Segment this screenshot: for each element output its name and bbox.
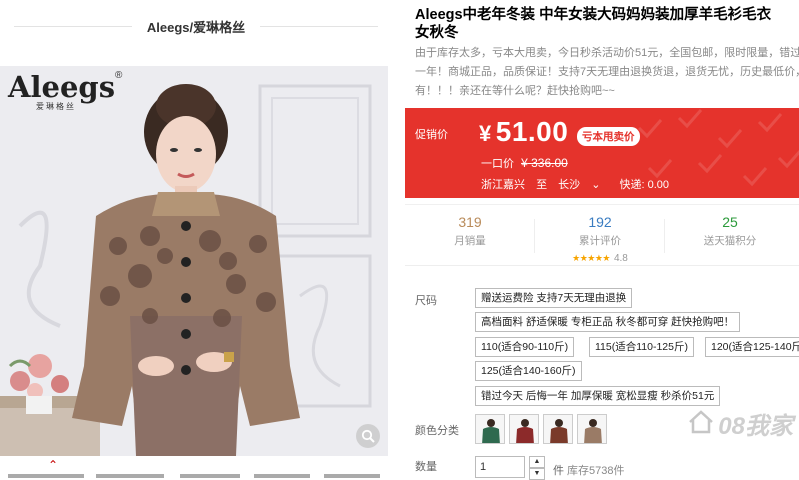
price-badge: 亏本甩卖价 bbox=[577, 127, 640, 146]
product-main-image[interactable]: Aleegs® 爱琳格丝 bbox=[0, 66, 388, 456]
shipping-info: 浙江嘉兴 至 长沙 ⌄ 快递: 0.00 bbox=[481, 179, 669, 191]
promo-price-label: 促销价 bbox=[415, 129, 448, 141]
thumbnail[interactable] bbox=[254, 474, 310, 478]
size-option[interactable]: 错过今天 后悔一年 加厚保暖 宽松显瘦 秒杀价51元 bbox=[475, 386, 721, 406]
shop-header: Aleegs/爱琳格丝 bbox=[0, 0, 392, 52]
product-info: Aleegs中老年冬装 中年女装大码妈妈装加厚羊毛衫毛衣 女秋冬 由于库存太多，… bbox=[405, 0, 799, 480]
promo-price: ¥51.00 bbox=[479, 116, 569, 147]
stock-count: 库存5738件 bbox=[567, 465, 625, 477]
size-label: 尺码 bbox=[415, 295, 437, 307]
rating-stars-icon: ★★★★★ bbox=[572, 253, 610, 263]
original-price: 一口价 ¥ 336.00 bbox=[481, 156, 568, 170]
divider bbox=[14, 26, 132, 27]
watermark: 08我家 bbox=[688, 406, 793, 441]
color-swatch-brown-red[interactable] bbox=[543, 414, 573, 444]
magnifier-icon bbox=[361, 429, 375, 443]
quantity-unit: 件 bbox=[553, 465, 564, 477]
product-description: 由于库存太多，亏本大甩卖，今日秒杀活动价51元，全国包邮，限时限量，错过今天 一… bbox=[415, 47, 799, 97]
size-option[interactable]: 120(适合125-140斤 bbox=[705, 337, 799, 357]
stat-monthly-sales: 319 月销量 bbox=[405, 205, 535, 267]
size-option[interactable]: 125(适合140-160斤) bbox=[475, 361, 582, 381]
zoom-button[interactable] bbox=[356, 424, 380, 448]
quantity-label: 数量 bbox=[415, 461, 437, 473]
color-swatch-red[interactable] bbox=[509, 414, 539, 444]
size-option[interactable]: 110(适合90-110斤) bbox=[475, 337, 575, 357]
divider bbox=[260, 26, 378, 27]
color-swatch-green[interactable] bbox=[475, 414, 505, 444]
color-swatch-tan[interactable] bbox=[577, 414, 607, 444]
thumbnail[interactable] bbox=[180, 474, 240, 478]
thumbnail-strip: ⌃ bbox=[0, 456, 392, 478]
product-gallery: Aleegs/爱琳格丝 Aleegs® 爱琳格丝 ⌃ bbox=[0, 0, 392, 478]
color-label: 颜色分类 bbox=[415, 425, 459, 437]
quantity-increase-button[interactable]: ▲ bbox=[529, 456, 545, 468]
brand-logo: Aleegs® 爱琳格丝 bbox=[8, 70, 123, 111]
stat-points: 25 送天猫积分 bbox=[703, 214, 757, 247]
house-icon bbox=[689, 410, 714, 434]
size-option[interactable]: 高档面料 舒适保暖 专柜正品 秋冬都可穿 赶快抢购吧！ bbox=[475, 312, 741, 332]
size-option[interactable]: 赠送运费险 支持7天无理由退换 bbox=[475, 288, 633, 308]
quantity-decrease-button[interactable]: ▼ bbox=[529, 468, 545, 480]
thumbnail[interactable] bbox=[96, 474, 164, 478]
chevron-down-icon: ⌄ bbox=[591, 179, 601, 191]
product-photo-illustration bbox=[0, 66, 388, 456]
thumbnail[interactable] bbox=[324, 474, 380, 478]
product-title: Aleegs中老年冬装 中年女装大码妈妈装加厚羊毛衫毛衣 女秋冬 bbox=[415, 7, 772, 41]
chevron-up-icon[interactable]: ⌃ bbox=[48, 458, 58, 472]
destination-select[interactable]: 长沙 ⌄ bbox=[558, 179, 608, 191]
thumbnail[interactable] bbox=[8, 474, 84, 478]
sales-stats: 319 月销量 192 累计评价 ★★★★★ 4.8 25 送天猫积分 bbox=[405, 204, 799, 266]
stat-reviews[interactable]: 192 累计评价 ★★★★★ 4.8 bbox=[535, 205, 665, 267]
shop-name[interactable]: Aleegs/爱琳格丝 bbox=[147, 17, 245, 36]
price-box: 促销价 ¥51.00 亏本甩卖价 一口价 ¥ 336.00 浙江嘉兴 至 长沙 … bbox=[405, 108, 799, 198]
size-option[interactable]: 115(适合110-125斤) bbox=[589, 337, 694, 357]
quantity-input[interactable] bbox=[475, 456, 525, 478]
